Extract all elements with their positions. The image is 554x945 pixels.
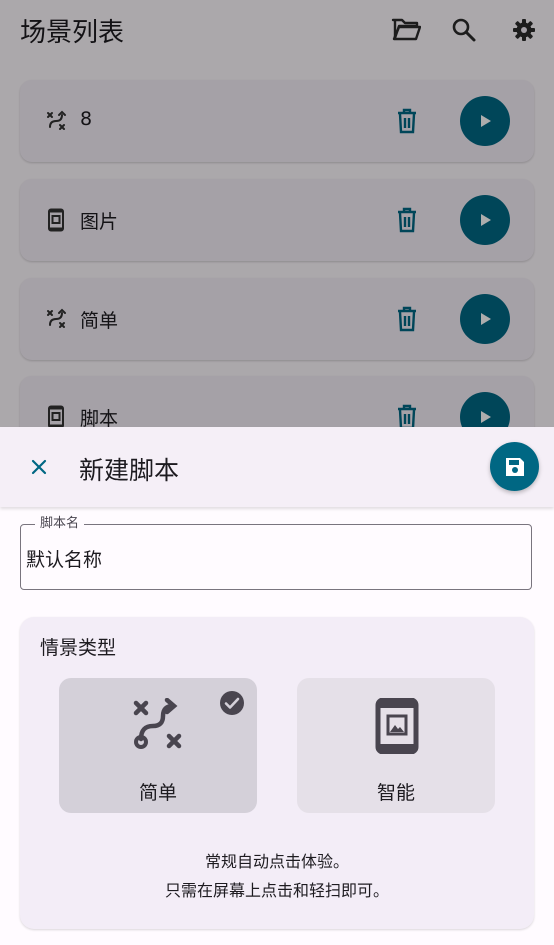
scene-type-label: 情景类型 bbox=[40, 637, 117, 659]
scene-type-card: 情景类型 简单 智能 常规自动点击体验。 只需在屏幕上点击和轻扫即可。 bbox=[20, 617, 534, 929]
close-icon bbox=[31, 459, 47, 475]
check-circle-icon bbox=[220, 691, 244, 715]
scene-type-option-label: 简单 bbox=[138, 782, 177, 804]
description-line: 常规自动点击体验。 bbox=[204, 852, 349, 871]
scene-type-description: 常规自动点击体验。 只需在屏幕上点击和轻扫即可。 bbox=[20, 847, 534, 905]
script-name-input[interactable] bbox=[26, 545, 516, 571]
description-line: 只需在屏幕上点击和轻扫即可。 bbox=[164, 881, 389, 900]
save-button[interactable] bbox=[490, 442, 539, 491]
close-button[interactable] bbox=[26, 454, 52, 480]
scene-type-option-smart[interactable]: 智能 bbox=[297, 678, 495, 813]
script-name-field[interactable]: 脚本名 bbox=[20, 516, 532, 590]
sheet-header: 新建脚本 bbox=[0, 427, 554, 507]
scene-type-option-simple[interactable]: 简单 bbox=[59, 678, 257, 813]
route-icon bbox=[133, 698, 182, 749]
save-icon bbox=[505, 457, 524, 476]
sheet-title: 新建脚本 bbox=[79, 456, 180, 485]
script-name-label: 脚本名 bbox=[35, 516, 85, 532]
phone-image-icon bbox=[375, 698, 419, 754]
new-script-sheet: 新建脚本 脚本名 情景类型 bbox=[0, 427, 554, 945]
scene-type-option-label: 智能 bbox=[376, 782, 415, 804]
